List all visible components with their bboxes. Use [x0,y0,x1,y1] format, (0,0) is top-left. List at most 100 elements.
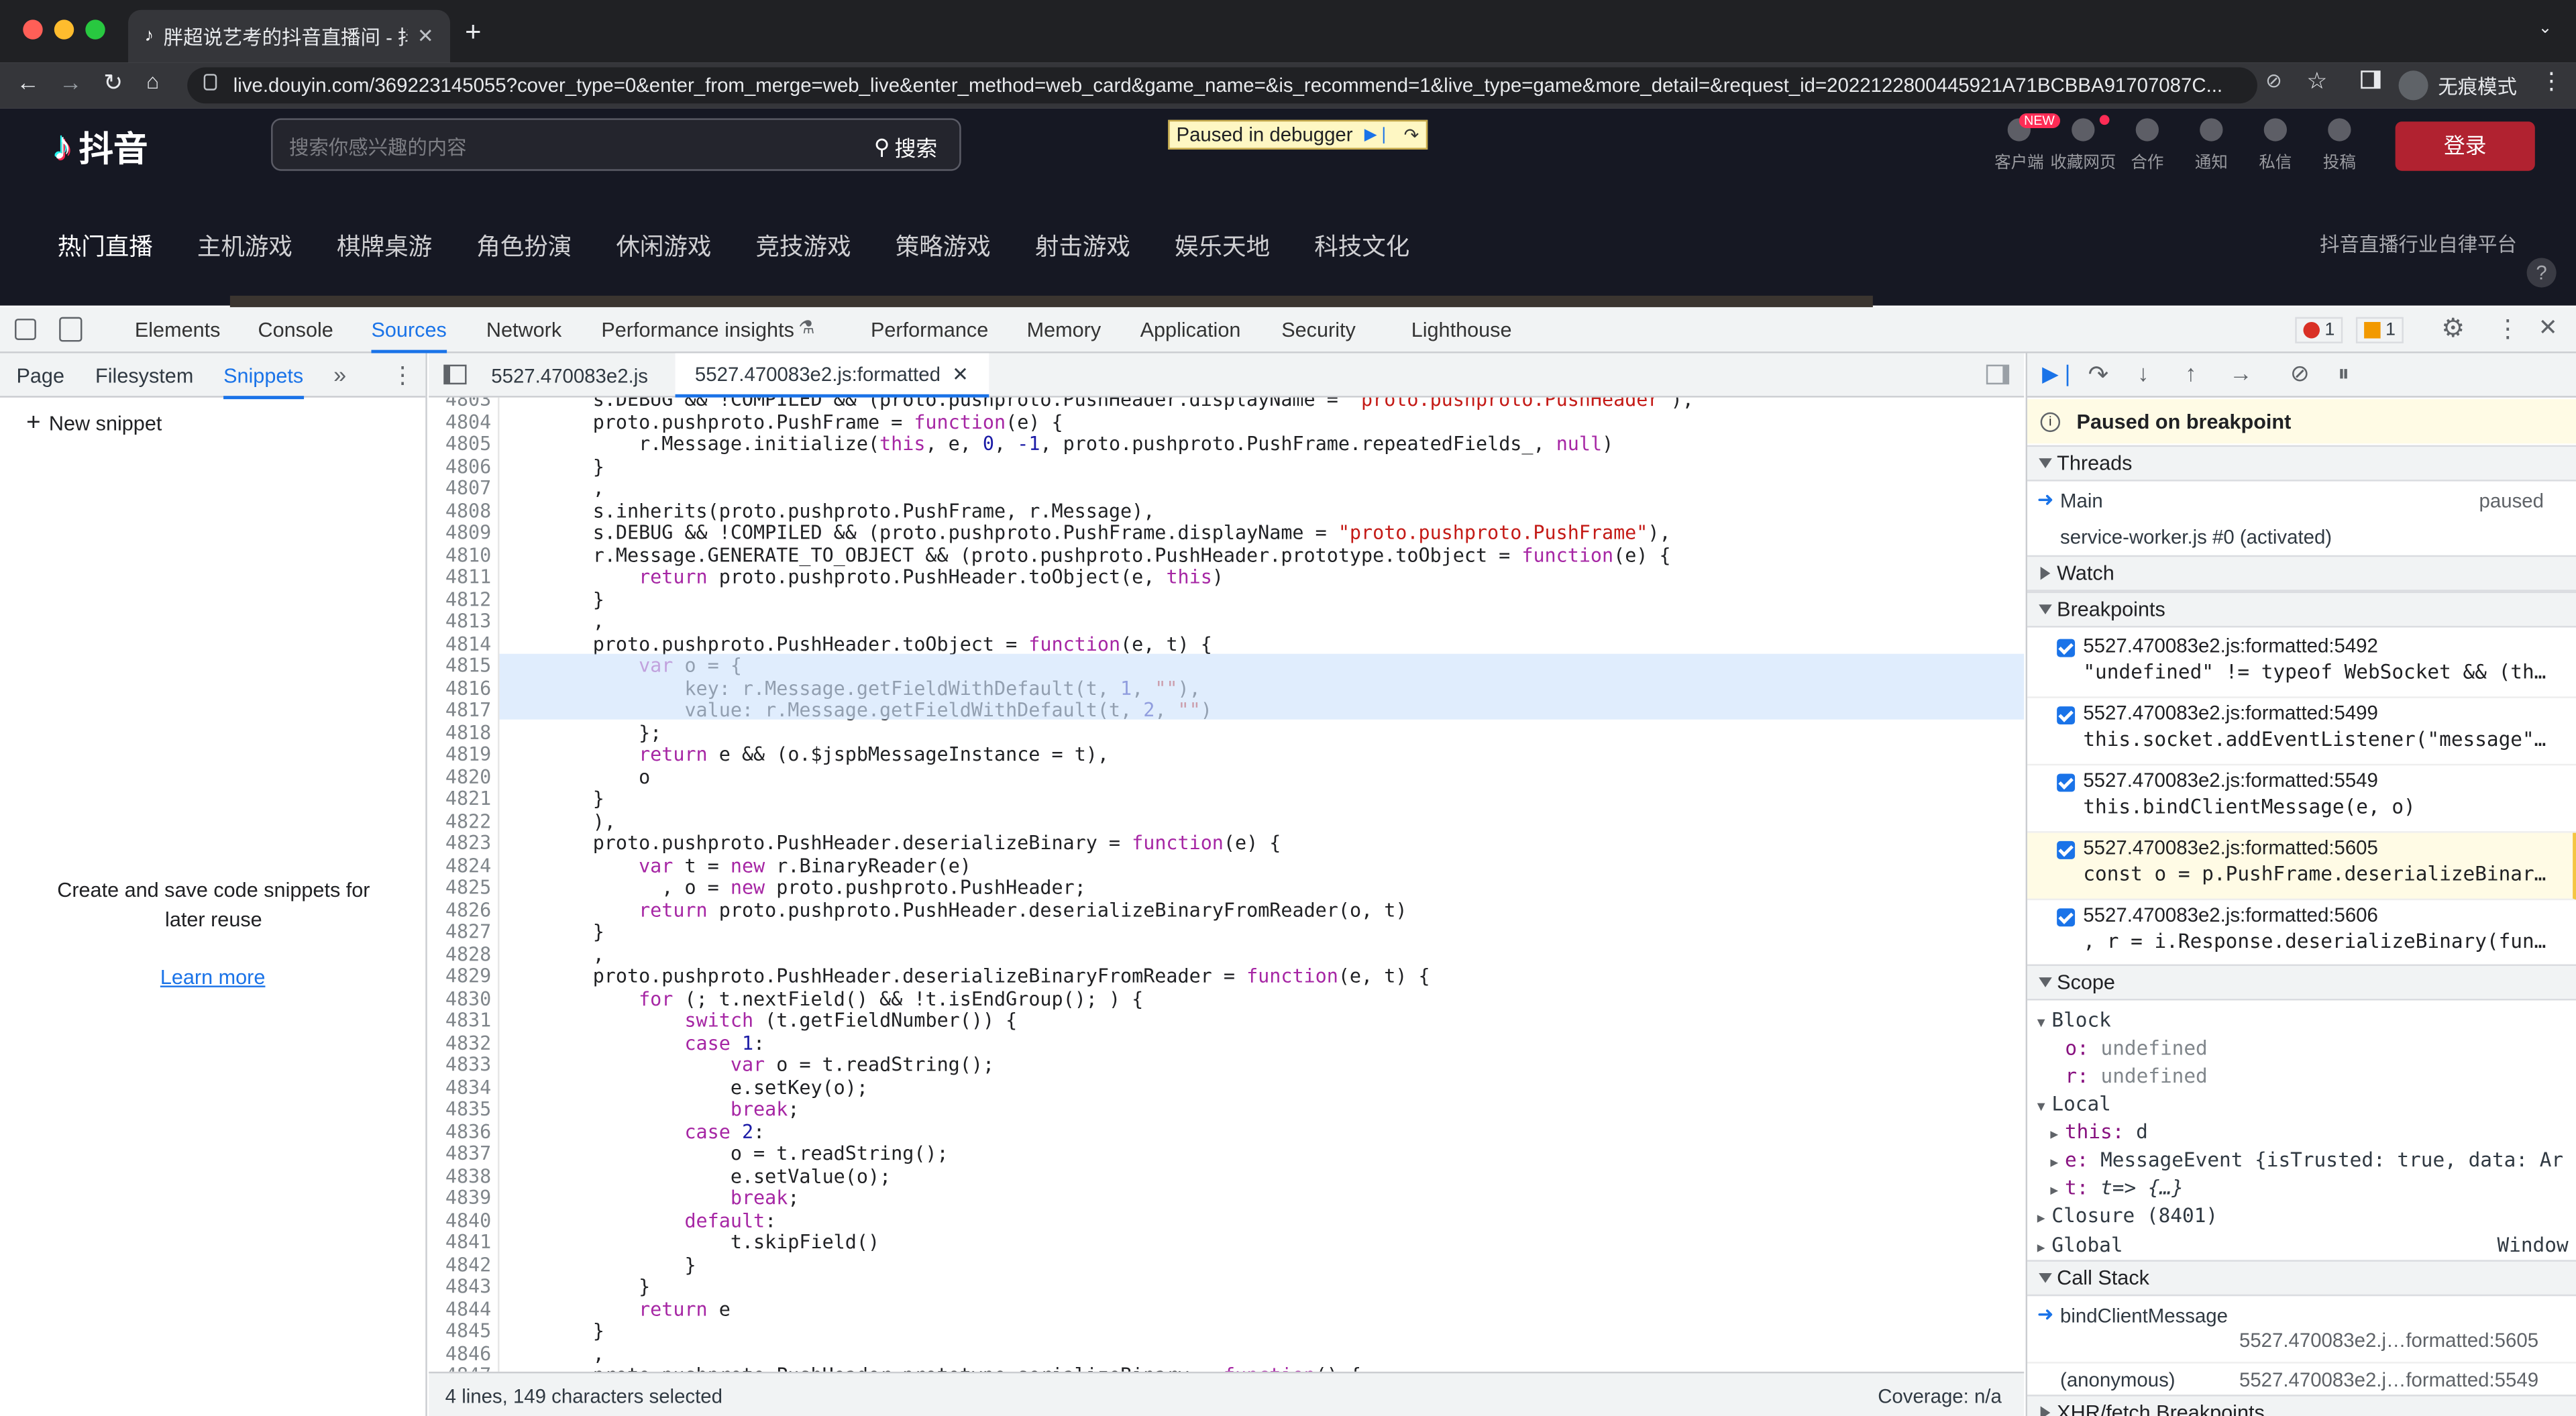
line-number[interactable]: 4825 [429,877,491,900]
line-number[interactable]: 4840 [429,1209,491,1232]
step-over-icon[interactable]: ↷ [2088,360,2109,390]
call-frame[interactable]: ➜ bindClientMessage 5527.470083e2.j…form… [2027,1299,2576,1358]
line-number[interactable]: 4814 [429,633,491,655]
nav-item[interactable]: 休闲游戏 [616,228,711,262]
search-box[interactable]: 搜索你感兴趣的内容 ⚲ 搜索 [271,118,961,171]
resume-script-icon[interactable]: ▶❘ [1364,125,1391,144]
xhr-breakpoints-section-header[interactable]: XHR/fetch Breakpoints [2027,1395,2576,1416]
line-number[interactable]: 4816 [429,677,491,700]
breakpoint-item[interactable]: 5527.470083e2.js:formatted:5549 this.bind… [2027,765,2576,833]
tab-sources[interactable]: Sources [371,307,447,353]
scope-var[interactable]: ▶ t: t=> {…} [2050,1176,2184,1199]
tab-security[interactable]: Security [1281,307,1356,353]
line-number[interactable]: 4807 [429,477,491,500]
tab-search-icon[interactable]: ⌄ [2538,19,2553,38]
line-number[interactable]: 4831 [429,1010,491,1032]
industry-platform-link[interactable]: 抖音直播行业自律平台 [2320,230,2517,258]
breakpoints-section-header[interactable]: Breakpoints [2027,591,2576,628]
coverage-status[interactable]: Coverage: n/a [1878,1385,2002,1408]
nav-item[interactable]: 策略游戏 [896,228,991,262]
deactivate-breakpoints-icon[interactable]: ⊘ [2290,360,2310,388]
scope-section-header[interactable]: Scope [2027,964,2576,1001]
tab-performance-insights[interactable]: Performance insights [601,307,794,353]
learn-more-link[interactable]: Learn more [0,966,425,989]
line-number[interactable]: 4804 [429,411,491,433]
line-number[interactable]: 4845 [429,1320,491,1343]
tab-network[interactable]: Network [486,307,561,353]
line-number[interactable]: 4809 [429,522,491,545]
editor-tab-original[interactable]: 5527.470083e2.js [491,365,648,388]
thread-main[interactable]: ➜ Main [2037,488,2103,512]
step-icon[interactable]: → [2229,360,2252,386]
eye-off-icon[interactable]: ⊘ [2265,69,2282,92]
breakpoint-checkbox[interactable] [2057,639,2076,657]
nav-item[interactable]: 主机游戏 [197,228,292,262]
login-button[interactable]: 登录 [2395,121,2535,171]
line-number[interactable]: 4803 [429,398,491,412]
breakpoint-item-active[interactable]: 5527.470083e2.js:formatted:5605 const o =… [2027,832,2576,901]
line-number[interactable]: 4810 [429,544,491,567]
line-number[interactable]: 4829 [429,965,491,988]
local-scope[interactable]: ▼ Local [2037,1093,2111,1115]
address-bar[interactable]: live.douyin.com/369223145055?cover_type=… [187,67,2257,104]
tab-lighthouse[interactable]: Lighthouse [1411,307,1512,353]
nav-tab-snippets[interactable]: Snippets [223,365,304,400]
browser-tab[interactable]: ♪ 胖超说艺考的抖音直播间 - 抖音直 ✕ [128,9,451,63]
tab-console[interactable]: Console [258,307,333,353]
line-number[interactable]: 4817 [429,699,491,722]
new-snippet-button[interactable]: + New snippet [26,409,162,437]
line-number[interactable]: 4834 [429,1076,491,1099]
line-number[interactable]: 4808 [429,499,491,523]
line-number[interactable]: 4846 [429,1342,491,1365]
sidebar-icon[interactable] [2361,70,2381,89]
line-number[interactable]: 4837 [429,1142,491,1166]
nav-item[interactable]: 射击游戏 [1035,228,1130,262]
search-button[interactable]: ⚲ 搜索 [874,131,937,163]
breakpoint-item[interactable]: 5527.470083e2.js:formatted:5492 "undefine… [2027,631,2576,698]
upload-button[interactable]: 投稿 [2300,118,2379,172]
scope-var[interactable]: r: undefined [2065,1065,2207,1087]
home-icon[interactable]: ⌂ [146,69,159,94]
close-tab-icon[interactable]: ✕ [417,25,434,48]
nav-item[interactable]: 角色扮演 [476,228,572,262]
toggle-debugger-sidebar-icon[interactable] [1986,364,2010,385]
close-editor-tab-icon[interactable]: ✕ [952,362,969,385]
settings-gear-icon[interactable]: ⚙ [2441,312,2465,345]
nav-item[interactable]: 科技文化 [1314,228,1409,262]
reload-icon[interactable]: ↻ [103,69,123,97]
thread-service-worker[interactable]: service-worker.js #0 (activated) [2060,526,2332,549]
minimize-window-button[interactable] [54,19,74,40]
code-editor[interactable]: 4803 s.DEBUG && !COMPILED && (proto.push… [429,397,2025,1372]
global-scope[interactable]: ▶ Global [2037,1234,2123,1256]
nav-item[interactable]: 热门直播 [58,228,153,262]
call-stack-section-header[interactable]: Call Stack [2027,1260,2576,1297]
scope-var[interactable]: o: undefined [2065,1036,2207,1059]
tab-memory[interactable]: Memory [1027,307,1102,353]
line-number[interactable]: 4815 [429,655,491,677]
line-number[interactable]: 4806 [429,455,491,478]
line-number[interactable]: 4811 [429,566,491,589]
forward-icon[interactable]: → [59,69,82,95]
line-number[interactable]: 4835 [429,1098,491,1121]
breakpoint-item[interactable]: 5527.470083e2.js:formatted:5606, r = i.R… [2027,900,2576,968]
line-number[interactable]: 4827 [429,921,491,944]
line-number[interactable]: 4821 [429,787,491,811]
line-number[interactable]: 4842 [429,1254,491,1276]
line-number[interactable]: 4832 [429,1032,491,1054]
line-number[interactable]: 4820 [429,765,491,788]
line-number[interactable]: 4847 [429,1364,491,1372]
tab-application[interactable]: Application [1140,307,1241,353]
zoom-window-button[interactable] [85,19,105,40]
line-number[interactable]: 4819 [429,743,491,766]
scope-var[interactable]: ▶ e: MessageEvent {isTrusted: true, data:… [2050,1148,2576,1171]
nav-item[interactable]: 竞技游戏 [756,228,851,262]
line-number[interactable]: 4805 [429,433,491,456]
watch-section-header[interactable]: Watch [2027,555,2576,592]
line-number[interactable]: 4833 [429,1054,491,1077]
douyin-logo[interactable]: ♪ 抖音 [52,123,148,172]
nav-tab-filesystem[interactable]: Filesystem [95,365,193,388]
new-tab-button[interactable]: + [465,16,481,49]
inspect-element-icon[interactable] [15,319,36,340]
line-number[interactable]: 4823 [429,832,491,855]
line-number[interactable]: 4844 [429,1298,491,1321]
